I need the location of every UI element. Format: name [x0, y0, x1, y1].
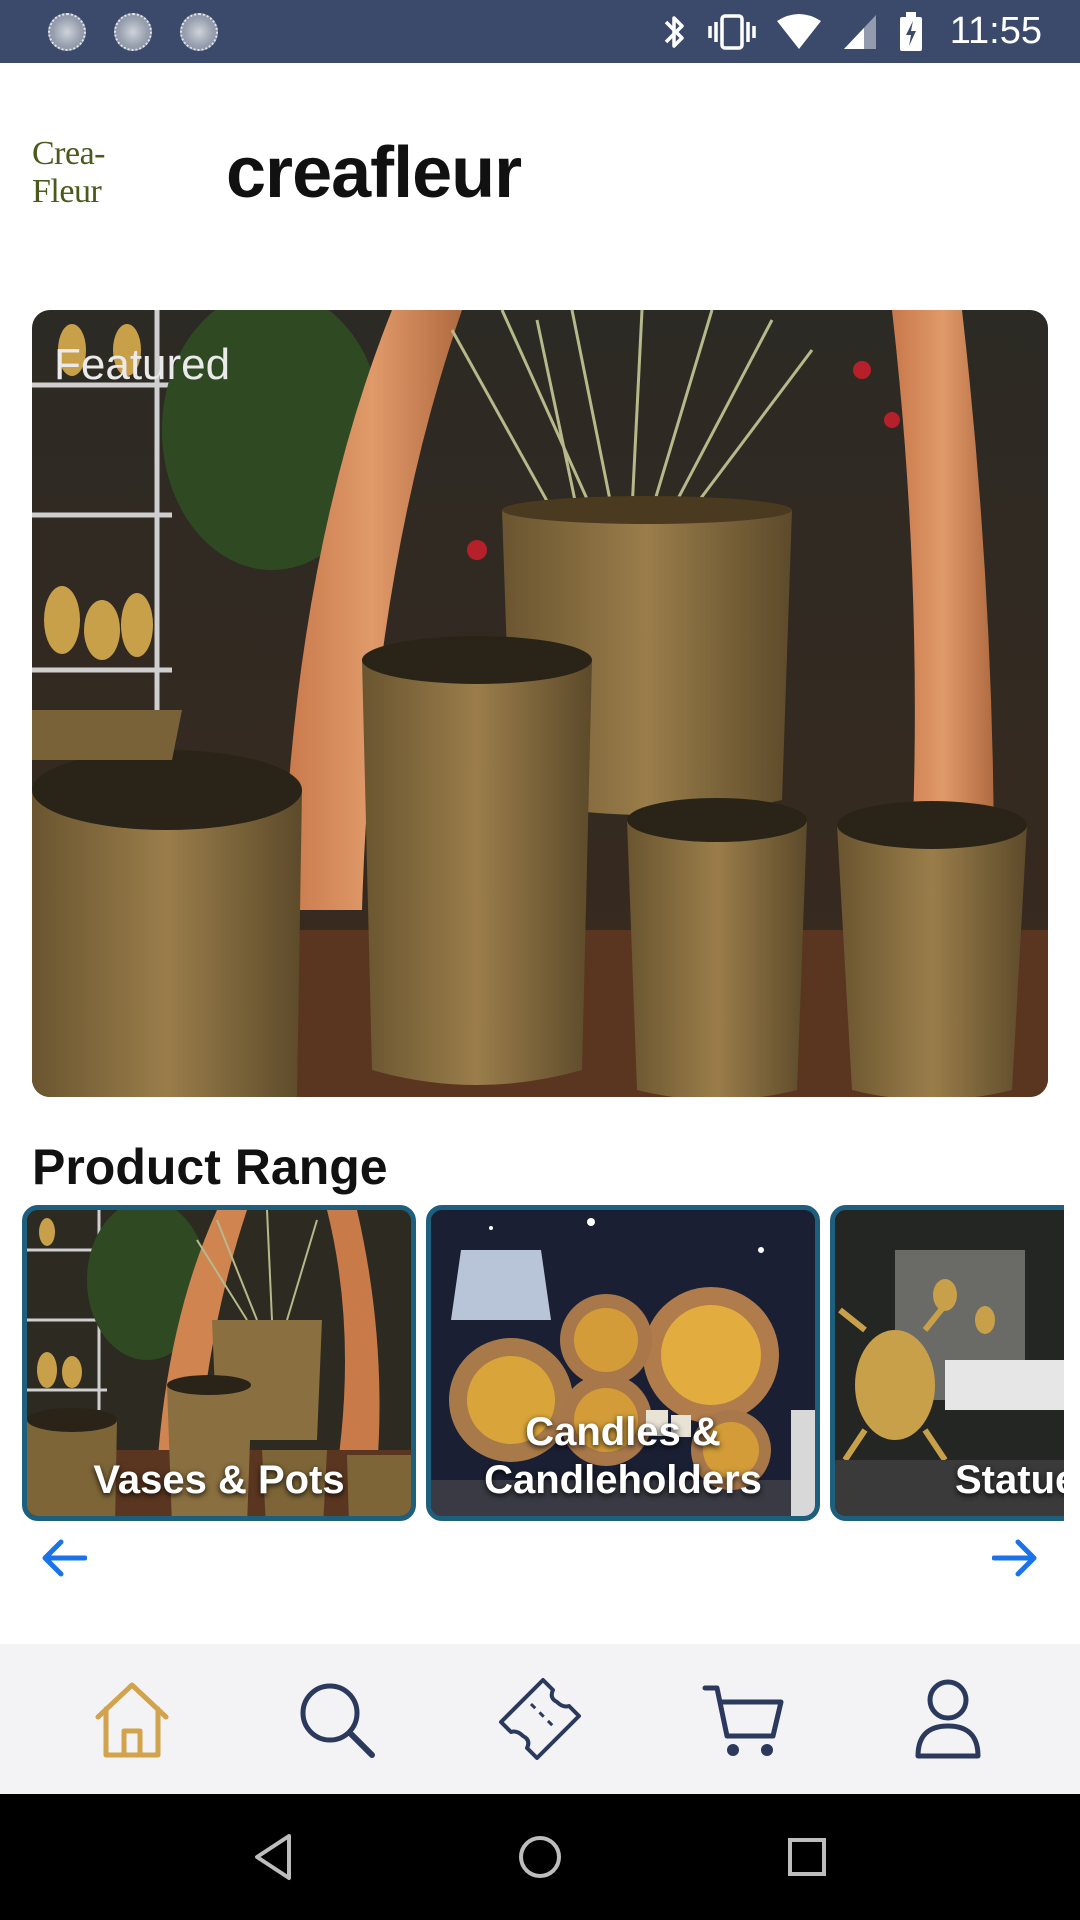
bluetooth-icon — [664, 15, 684, 48]
arrow-left-icon — [42, 1539, 87, 1577]
ticket-icon — [499, 1678, 581, 1760]
crea-fleur-logo[interactable]: Crea-Fleur — [32, 135, 162, 211]
bottom-navigation — [0, 1644, 1080, 1794]
nav-home-button[interactable] — [77, 1664, 187, 1774]
battery-charging-icon — [899, 11, 922, 51]
nav-ticket-button[interactable] — [485, 1664, 595, 1774]
category-label: Vases & Pots — [93, 1458, 345, 1502]
vibrate-icon — [707, 13, 756, 50]
recents-icon — [787, 1838, 826, 1876]
system-home-button[interactable] — [500, 1817, 580, 1897]
carousel-prev-button[interactable] — [34, 1530, 94, 1586]
clock: 11:55 — [949, 10, 1042, 52]
product-range-carousel[interactable]: Vases & Pots Candles & Candleholders Sta… — [20, 1205, 1064, 1525]
system-recents-button[interactable] — [767, 1817, 847, 1897]
notification-dot-icon — [48, 12, 86, 51]
system-back-button[interactable] — [233, 1817, 313, 1897]
category-label: Statue — [955, 1458, 1064, 1502]
about-section-title: About — [32, 1620, 176, 1644]
cart-icon — [702, 1685, 784, 1756]
category-label: Candles & Candleholders — [484, 1410, 762, 1502]
nav-search-button[interactable] — [281, 1664, 391, 1774]
notification-dot-icon — [180, 12, 218, 51]
app-header: Crea-Fleur creafleur — [0, 63, 1080, 283]
search-icon — [300, 1683, 375, 1758]
back-icon — [255, 1834, 292, 1880]
wifi-icon — [776, 13, 821, 49]
featured-banner[interactable]: Featured — [32, 310, 1048, 1097]
cellular-signal-icon — [843, 14, 876, 49]
product-range-title: Product Range — [32, 1139, 388, 1195]
category-card-candles[interactable]: Candles & Candleholders — [426, 1205, 820, 1521]
home-icon — [95, 1682, 169, 1758]
featured-label: Featured — [54, 340, 231, 389]
featured-image — [32, 310, 1048, 1097]
page-title: creafleur — [226, 133, 522, 213]
category-card-statue[interactable]: Statue — [830, 1205, 1064, 1521]
nav-profile-button[interactable] — [893, 1664, 1003, 1774]
notification-dot-icon — [114, 12, 152, 51]
system-icons: 11:55 — [662, 10, 1042, 53]
system-navigation-bar — [0, 1794, 1080, 1920]
category-card-vases-pots[interactable]: Vases & Pots — [22, 1205, 416, 1521]
status-bar: 11:55 — [0, 0, 1080, 63]
nav-cart-button[interactable] — [689, 1664, 799, 1774]
arrow-right-icon — [992, 1539, 1037, 1577]
profile-icon — [915, 1679, 981, 1759]
home-circle-icon — [518, 1836, 561, 1878]
carousel-next-button[interactable] — [985, 1530, 1045, 1586]
notification-icons — [48, 12, 218, 51]
